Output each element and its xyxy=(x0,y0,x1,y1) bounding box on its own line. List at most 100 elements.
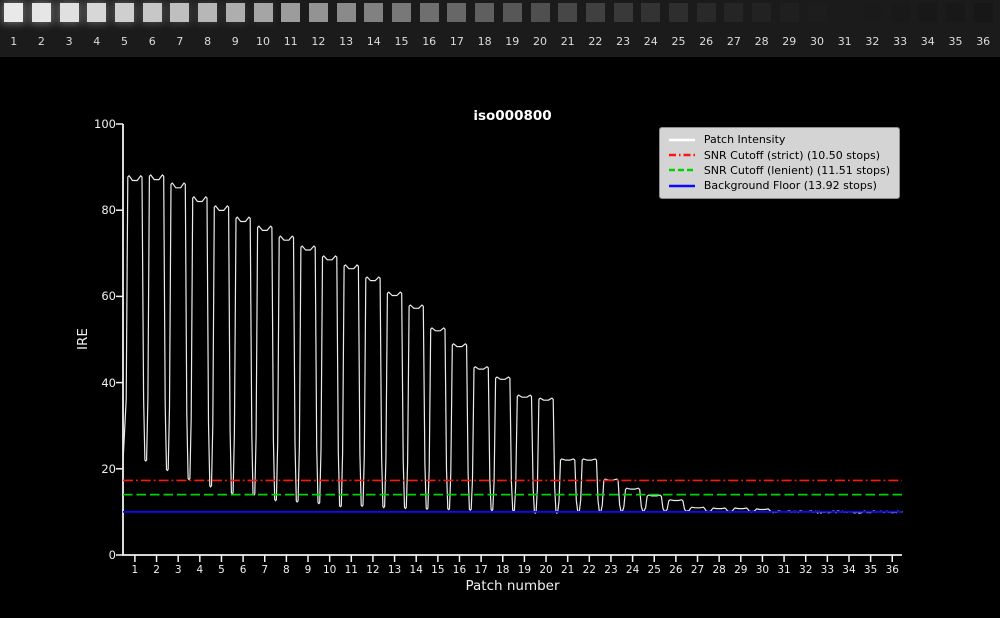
patch-number-label: 16 xyxy=(422,35,437,48)
x-tick-label: 16 xyxy=(452,564,467,576)
legend-line-sample xyxy=(668,153,695,157)
x-tick-label: 2 xyxy=(153,564,160,576)
patch-swatch xyxy=(696,3,716,22)
patch-swatch xyxy=(281,3,301,22)
x-tick-label: 12 xyxy=(366,564,380,576)
x-tick-label: 21 xyxy=(560,564,575,576)
x-tick-label: 19 xyxy=(517,564,532,576)
legend-item: SNR Cutoff (strict) (10.50 stops) xyxy=(668,147,890,162)
patch-number-label: 12 xyxy=(311,35,326,48)
patch-swatch xyxy=(87,3,107,22)
patch-number-label: 24 xyxy=(643,35,658,48)
x-tick-label: 10 xyxy=(322,564,337,576)
patch-number-label: 34 xyxy=(920,35,935,48)
patch-swatch xyxy=(170,3,190,22)
patch-number-label: 35 xyxy=(948,35,963,48)
patch-swatch xyxy=(419,3,439,22)
patch-swatch xyxy=(752,3,772,22)
x-tick-label: 28 xyxy=(712,564,726,576)
patch-swatch xyxy=(558,3,578,22)
x-tick-label: 18 xyxy=(496,564,510,576)
patch-swatch xyxy=(779,3,799,22)
patch-swatch xyxy=(198,3,218,22)
patch-swatch xyxy=(115,3,134,22)
patch-number-label: 11 xyxy=(283,35,298,48)
patch-number-label: 20 xyxy=(533,35,547,48)
patch-intensity-trace xyxy=(122,174,903,514)
y-tick-label: 60 xyxy=(101,289,116,304)
x-tick-label: 22 xyxy=(582,564,596,576)
patch-swatch xyxy=(613,3,633,22)
legend-label: SNR Cutoff (strict) (10.50 stops) xyxy=(703,148,881,162)
patch-swatch xyxy=(946,3,965,22)
x-tick-label: 14 xyxy=(409,564,423,576)
patch-number-label: 23 xyxy=(616,35,631,48)
patch-swatch xyxy=(502,3,522,22)
patch-swatch xyxy=(973,3,993,22)
patch-swatch xyxy=(918,3,938,22)
patch-swatch xyxy=(31,3,51,22)
patch-number-label: 3 xyxy=(65,35,73,48)
x-tick-label: 17 xyxy=(474,564,488,576)
y-tick-label: 100 xyxy=(94,117,116,131)
y-tick-label: 20 xyxy=(101,461,116,476)
legend-label: Background Floor (13.92 stops) xyxy=(703,179,877,193)
x-tick-label: 27 xyxy=(690,564,705,576)
x-tick-label: 7 xyxy=(261,564,269,576)
patch-swatch xyxy=(475,3,495,22)
x-tick-label: 31 xyxy=(777,564,791,576)
patch-number-label: 21 xyxy=(560,35,575,48)
x-tick-label: 35 xyxy=(863,564,878,576)
patch-number-label: 15 xyxy=(394,35,409,48)
patch-number-label: 29 xyxy=(782,35,797,48)
legend-label: SNR Cutoff (lenient) (11.51 stops) xyxy=(703,163,890,177)
patch-number-label: 5 xyxy=(121,35,128,48)
patch-number-label: 14 xyxy=(366,35,381,48)
patch-number-label: 10 xyxy=(256,35,270,48)
x-tick-label: 29 xyxy=(734,564,748,576)
x-tick-label: 33 xyxy=(820,564,835,576)
patch-number-label: 27 xyxy=(726,35,741,48)
patch-swatch xyxy=(364,3,384,22)
legend-item: SNR Cutoff (lenient) (11.51 stops) xyxy=(668,163,890,178)
patch-strip: 1 2 3 4 5 6 7 8 9 10 11 12 13 14 15 16 17 18 19 20 21 22 23 24 2… xyxy=(0,0,1000,57)
patch-swatch xyxy=(669,3,688,22)
patch-swatch xyxy=(392,3,411,22)
x-tick-label: 36 xyxy=(885,564,899,576)
y-tick-label: 0 xyxy=(108,548,116,562)
x-tick-label: 4 xyxy=(196,564,204,576)
x-tick-label: 15 xyxy=(431,564,445,576)
patch-swatch xyxy=(336,3,356,22)
x-tick-label: 34 xyxy=(842,564,856,576)
patch-swatch xyxy=(835,3,855,22)
figure-canvas: { "strip": { "background": "#1b1b1b", "p… xyxy=(0,0,1000,618)
x-tick-label: 8 xyxy=(283,564,290,576)
patch-number-label: 9 xyxy=(231,35,239,48)
patch-number-label: 13 xyxy=(339,35,354,48)
patch-number-label: 19 xyxy=(505,35,520,48)
patch-number-label: 1 xyxy=(10,35,18,48)
y-tick-label: 40 xyxy=(101,375,116,390)
patch-number-label: 33 xyxy=(893,35,908,48)
patch-swatch xyxy=(530,3,550,22)
legend-label: Patch Intensity xyxy=(703,133,786,147)
patch-swatch xyxy=(890,3,910,22)
patch-swatch xyxy=(807,3,827,22)
legend-line-sample xyxy=(668,169,695,172)
patch-swatch xyxy=(641,3,661,22)
patch-number-label: 25 xyxy=(671,35,686,48)
patch-number-label: 7 xyxy=(176,35,184,48)
patch-number-label: 36 xyxy=(976,35,991,48)
x-tick-label: 24 xyxy=(625,564,640,576)
x-tick-label: 6 xyxy=(239,564,247,576)
patch-number-label: 6 xyxy=(148,35,156,48)
patch-number-label: 8 xyxy=(204,35,212,48)
patch-swatch xyxy=(585,3,605,22)
patch-swatch xyxy=(253,3,273,22)
patch-number-label: 31 xyxy=(837,35,852,48)
x-tick-label: 25 xyxy=(647,564,661,576)
patch-number-label: 18 xyxy=(477,35,492,48)
legend: Patch Intensity SNR Cutoff (strict) (10.5… xyxy=(658,127,900,199)
x-tick-label: 20 xyxy=(539,564,553,576)
patch-number-label: 32 xyxy=(865,35,880,48)
